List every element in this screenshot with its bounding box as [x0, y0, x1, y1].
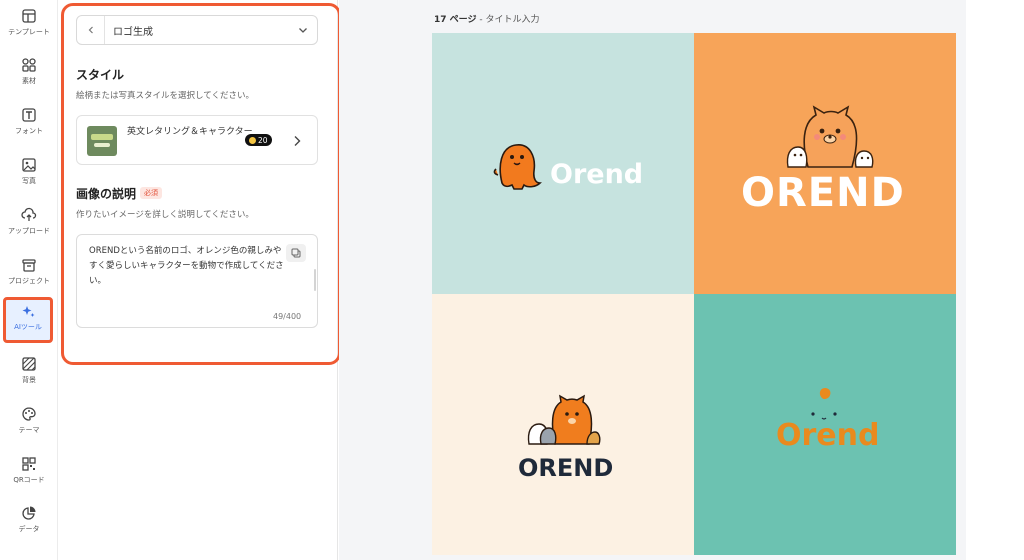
sidebar-item-label: 素材: [22, 77, 36, 85]
sidebar-item-label: プロジェクト: [8, 277, 50, 285]
logo-option-1[interactable]: Orend: [432, 33, 694, 294]
description-section-subtitle: 作りたいイメージを詳しく説明してください。: [76, 210, 254, 220]
theme-icon: [22, 407, 36, 421]
style-section-subtitle: 絵柄または写真スタイルを選択してください。: [76, 91, 254, 101]
logo-option-3[interactable]: OREND: [432, 294, 694, 555]
copy-icon: [291, 248, 301, 258]
sidebar-item-label: テーマ: [18, 426, 40, 434]
background-icon: [22, 357, 36, 371]
template-icon: [22, 9, 36, 23]
style-name: 英文レタリング＆キャラクター: [127, 127, 253, 137]
sidebar-item-project[interactable]: プロジェクト: [0, 253, 58, 301]
sidebar-item-template[interactable]: テンプレート: [0, 4, 58, 52]
logo-option-4[interactable]: Orend: [694, 294, 956, 555]
bear-and-pets-mascot: [786, 105, 874, 168]
style-thumbnail: [87, 126, 117, 156]
tool-selector-dropdown[interactable]: ロゴ生成: [76, 15, 318, 45]
style-section-title: スタイル: [76, 68, 125, 82]
bear-and-cats-mascot: [527, 394, 601, 445]
sidebar-item-label: テンプレート: [8, 28, 50, 36]
chevron-left-icon: [88, 26, 93, 34]
left-tool-rail: テンプレート 素材 フォント 写真 アップロード プロジェクト AIツール 背景…: [0, 0, 58, 560]
sidebar-item-upload[interactable]: アップロード: [0, 203, 58, 251]
qr-code-icon: [22, 457, 36, 471]
page-title[interactable]: - タイトル入力: [479, 15, 539, 25]
font-icon: [22, 108, 36, 122]
sidebar-item-label: AIツール: [14, 323, 42, 331]
back-button[interactable]: [77, 16, 105, 44]
credit-badge: 20: [245, 134, 272, 146]
sidebar-item-elements[interactable]: 素材: [0, 53, 58, 101]
logo-wordmark: OREND: [518, 454, 614, 482]
photo-icon: [22, 158, 36, 172]
character-counter: 49/400: [273, 312, 302, 321]
sidebar-item-label: データ: [18, 525, 40, 533]
logo-option-2[interactable]: OREND: [694, 33, 956, 294]
description-section-title: 画像の説明: [76, 187, 137, 201]
description-textarea[interactable]: ORENDという名前のロゴ、オレンジ色の親しみやすく愛らしいキャラクターを動物で…: [76, 234, 318, 328]
logo-wordmark: Orend: [776, 418, 880, 453]
tool-selector-label: ロゴ生成: [113, 26, 153, 38]
sidebar-item-label: フォント: [15, 127, 43, 135]
upload-icon: [21, 207, 37, 221]
sidebar-item-qr-code[interactable]: QRコード: [0, 452, 58, 500]
design-canvas[interactable]: Orend OREND OREND Orend: [432, 33, 956, 555]
sidebar-item-ai-tools[interactable]: AIツール: [3, 297, 53, 343]
data-chart-icon: [22, 506, 36, 520]
sidebar-item-theme[interactable]: テーマ: [0, 402, 58, 450]
style-selector-card[interactable]: 英文レタリング＆キャラクター 20: [76, 115, 318, 165]
elements-icon: [22, 58, 36, 72]
coin-icon: [249, 136, 256, 144]
sidebar-item-label: QRコード: [13, 476, 45, 484]
required-badge: 必須: [140, 187, 162, 199]
copy-button[interactable]: [286, 244, 306, 262]
sidebar-item-photo[interactable]: 写真: [0, 153, 58, 201]
page-number: 17 ページ: [434, 15, 477, 25]
sidebar-item-background[interactable]: 背景: [0, 352, 58, 400]
chevron-down-icon: [299, 28, 307, 33]
ai-tools-icon: [22, 306, 35, 317]
sidebar-item-label: 背景: [22, 376, 36, 384]
logo-wordmark: Orend: [550, 159, 643, 190]
credit-count: 20: [258, 135, 268, 145]
orange-character-mascot: [493, 144, 542, 190]
project-icon: [22, 259, 36, 272]
chevron-right-icon: [294, 136, 301, 146]
sidebar-item-label: 写真: [22, 177, 36, 185]
textarea-scrollbar[interactable]: [314, 269, 316, 291]
description-text: ORENDという名前のロゴ、オレンジ色の親しみやすく愛らしいキャラクターを動物で…: [89, 246, 284, 286]
page-label: 17 ページ - タイトル入力: [434, 12, 539, 25]
sidebar-item-label: アップロード: [8, 227, 50, 235]
logo-wordmark-text: Orend: [550, 159, 644, 190]
sidebar-item-data[interactable]: データ: [0, 501, 58, 549]
sidebar-item-font[interactable]: フォント: [0, 103, 58, 151]
logo-wordmark: OREND: [741, 170, 905, 216]
